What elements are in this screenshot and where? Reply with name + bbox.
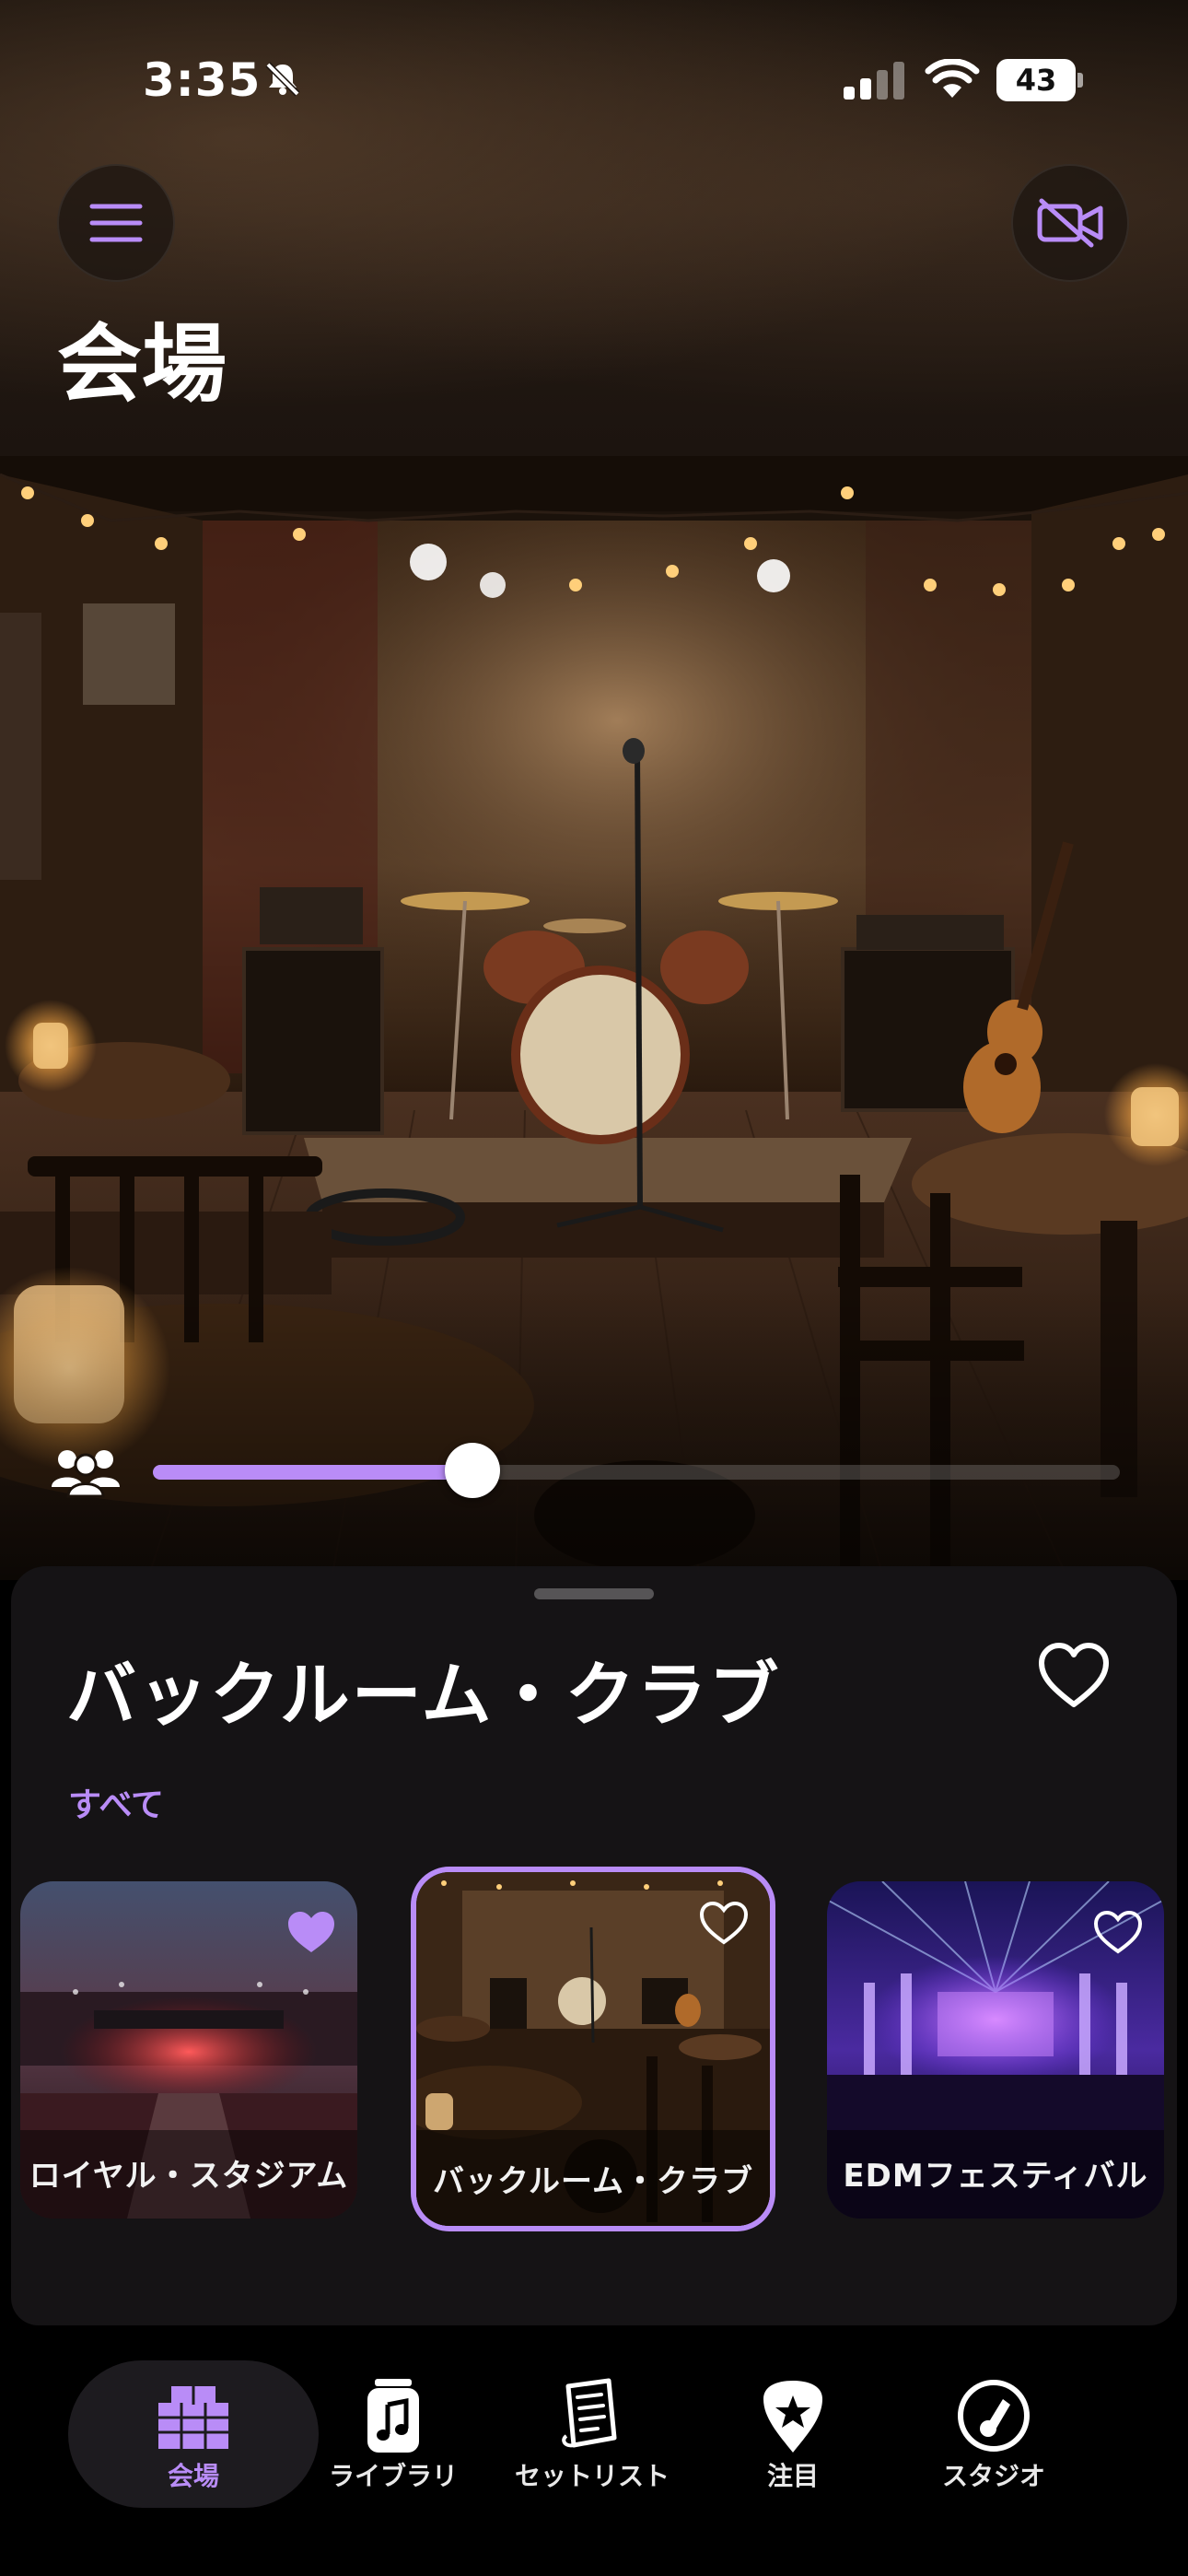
- tab-venue[interactable]: 会場: [94, 2360, 293, 2508]
- tab-studio[interactable]: スタジオ: [894, 2360, 1093, 2508]
- tab-setlist[interactable]: セットリスト: [493, 2360, 692, 2508]
- camera-toggle-button[interactable]: [1011, 164, 1129, 282]
- music-note-card-icon: [367, 2379, 419, 2453]
- favorite-filled-heart-icon[interactable]: [285, 1909, 337, 1955]
- sheet-grabber[interactable]: [534, 1588, 654, 1599]
- audience-slider-thumb[interactable]: [445, 1443, 500, 1498]
- tab-featured[interactable]: 注目: [693, 2360, 892, 2508]
- venue-card-royal-stadium[interactable]: ロイヤル・スタジアム: [20, 1881, 357, 2219]
- filter-all-link[interactable]: すべて: [68, 1778, 164, 1826]
- tab-library[interactable]: ライブラリ: [294, 2360, 493, 2508]
- wifi-icon: [925, 59, 980, 98]
- setlist-paper-icon: [562, 2378, 617, 2448]
- venue-title: バックルーム・クラブ: [66, 1654, 781, 1736]
- bell-muted-icon: [265, 62, 300, 97]
- tab-label: 注目: [766, 2461, 819, 2491]
- favorite-outline-heart-icon[interactable]: [698, 1900, 750, 1946]
- tab-label: スタジオ: [941, 2461, 1045, 2491]
- page-title: 会場: [57, 315, 227, 414]
- favorite-outline-heart-icon[interactable]: [1092, 1909, 1144, 1955]
- venue-preview-image: [0, 456, 1188, 1580]
- hamburger-menu-icon: [89, 204, 143, 242]
- venue-building-icon: [158, 2386, 228, 2449]
- tab-label: 会場: [167, 2461, 219, 2491]
- venue-card-label: EDMフェスティバル: [843, 2158, 1148, 2195]
- video-off-icon: [1037, 198, 1103, 248]
- tab-label: セットリスト: [514, 2461, 670, 2491]
- battery-indicator: 43: [996, 59, 1085, 103]
- audience-crowd-icon: [52, 1450, 120, 1498]
- record-disc-icon: [958, 2380, 1030, 2452]
- cellular-signal-icon: [844, 62, 904, 100]
- venue-card-label: ロイヤル・スタジアム: [29, 2158, 349, 2195]
- menu-button[interactable]: [57, 164, 175, 282]
- audience-slider-fill: [153, 1465, 472, 1480]
- favorite-heart-icon[interactable]: [1037, 1642, 1111, 1710]
- venue-card-label: バックルーム・クラブ: [433, 2163, 753, 2200]
- battery-percentage: 43: [1015, 63, 1057, 98]
- guitar-pick-star-icon: [763, 2381, 822, 2453]
- tab-label: ライブラリ: [328, 2461, 458, 2491]
- status-time: 3:35: [143, 53, 262, 107]
- venue-card-edm-festival[interactable]: EDMフェスティバル: [827, 1881, 1164, 2219]
- venue-card-backroom-club[interactable]: バックルーム・クラブ: [411, 1867, 775, 2231]
